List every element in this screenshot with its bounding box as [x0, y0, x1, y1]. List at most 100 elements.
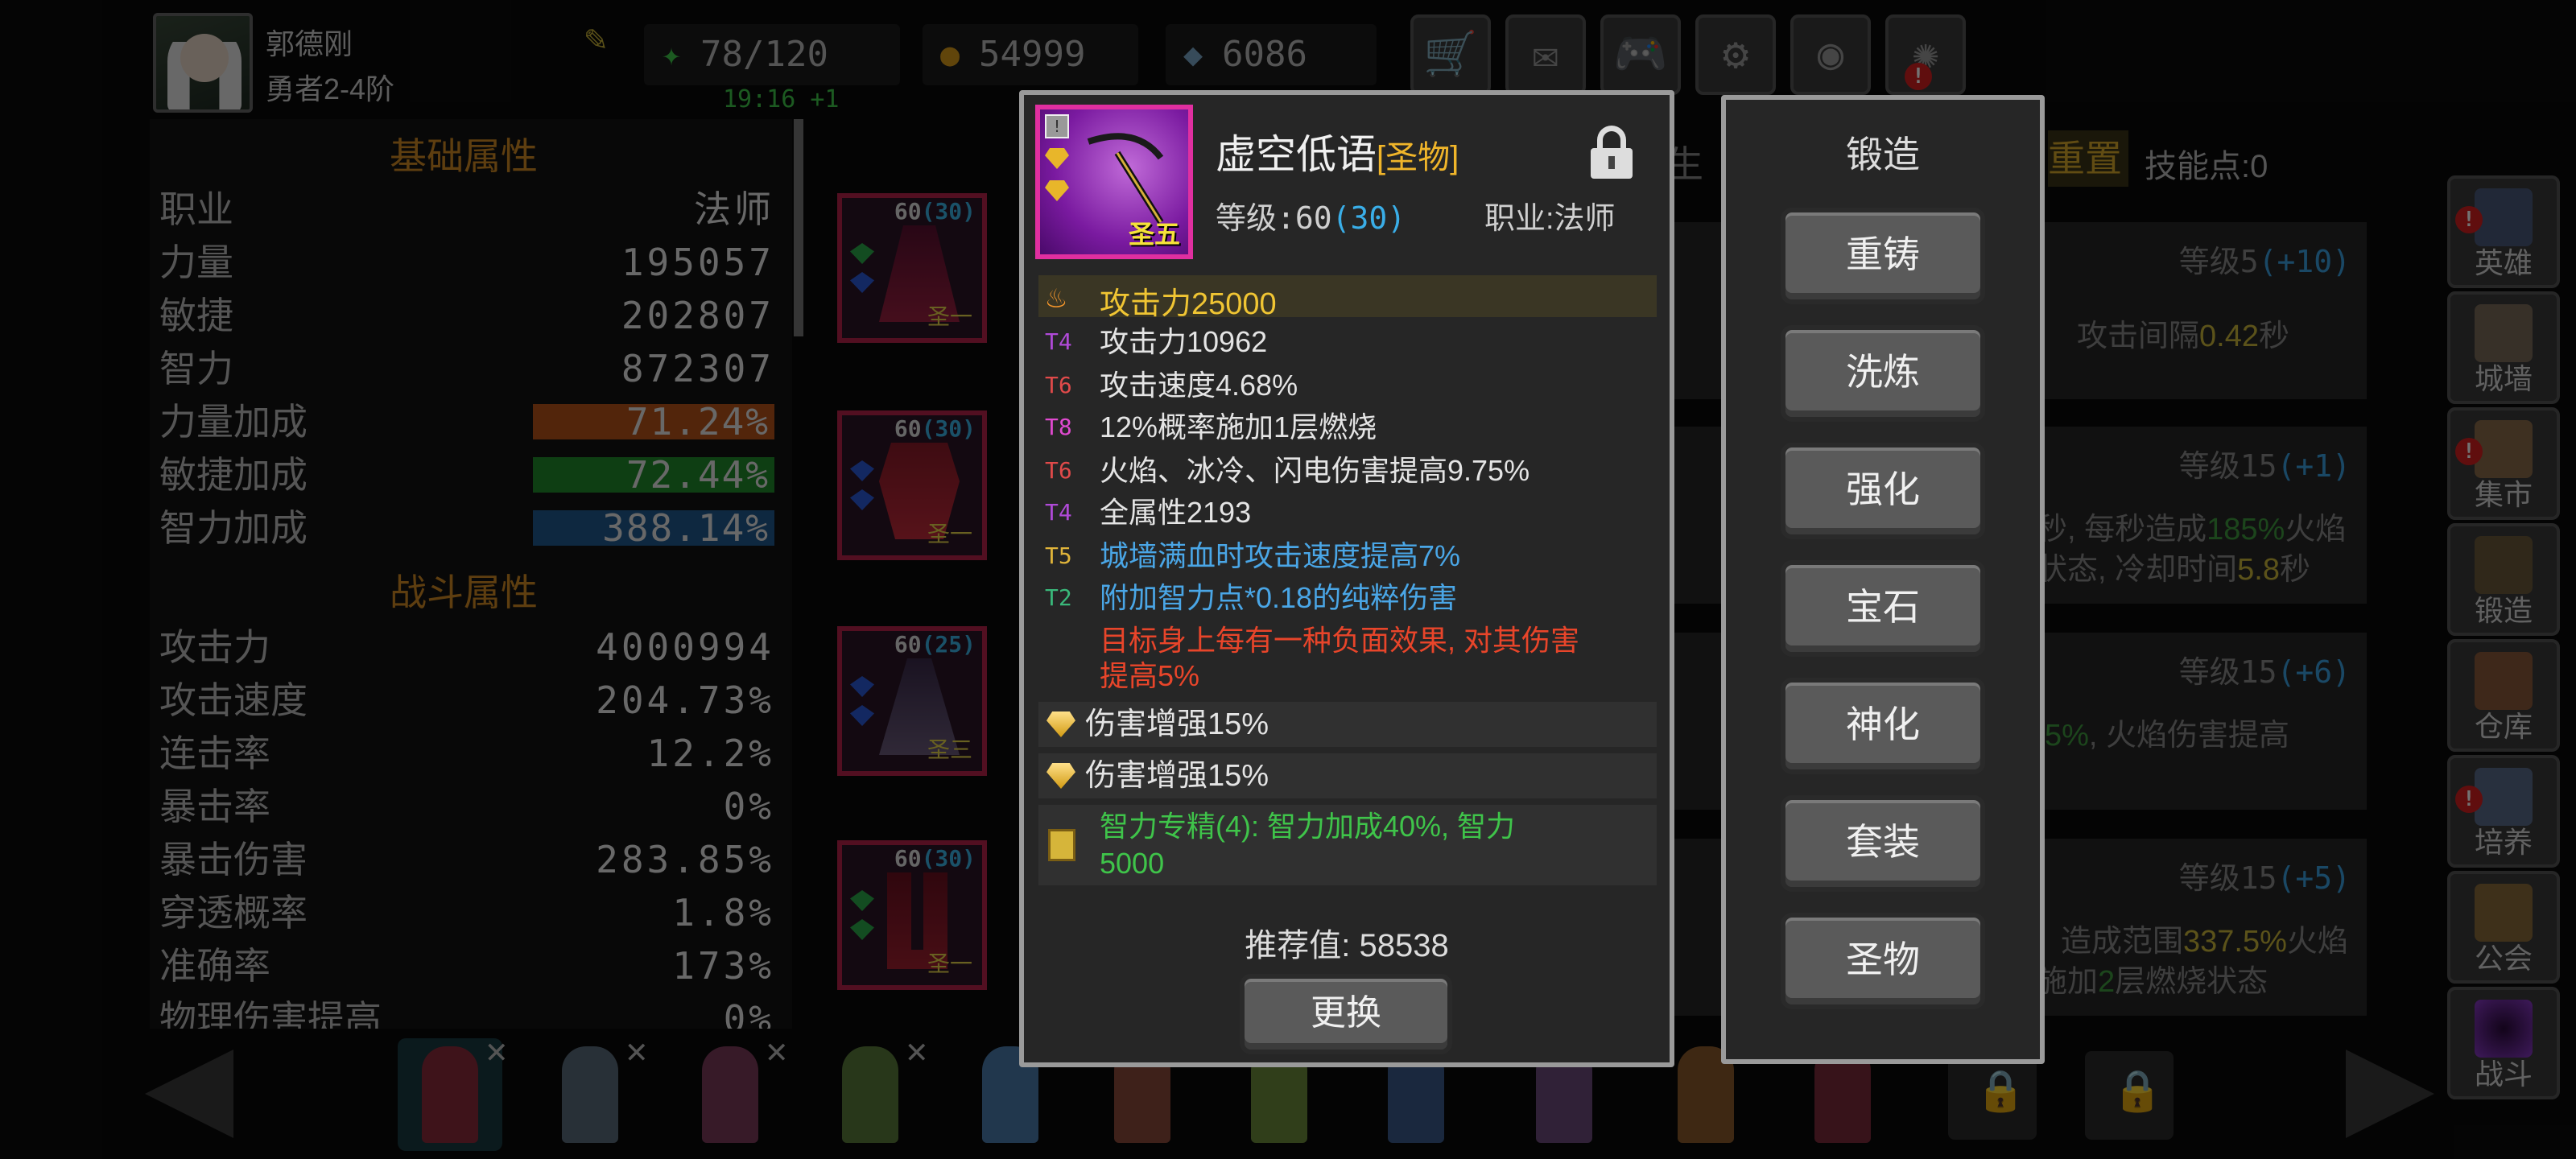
stamina-icon: ✦: [661, 36, 682, 73]
stat-value: 872307: [621, 347, 774, 390]
stat-row: 穿透概率 1.8%: [159, 887, 774, 938]
special-line: 目标身上每有一种负面效果, 对其伤害: [1100, 624, 1580, 657]
level-plus: (30): [1331, 200, 1406, 236]
stat-row: 力量 195057: [159, 237, 774, 288]
hero-slot[interactable]: ✕: [678, 1033, 787, 1151]
stat-value: 4000994: [596, 625, 774, 669]
shop-icon: 🛒: [1423, 28, 1478, 79]
skill-level: 等级15(+6): [2178, 654, 2351, 690]
sidebar-guild[interactable]: 公会: [2447, 871, 2560, 984]
stat-value: 1.8%: [672, 891, 774, 934]
mail-icon: ✉: [1532, 28, 1559, 79]
affix-text: 攻击速度4.68%: [1100, 369, 1298, 402]
reset-tab[interactable]: 重置: [2048, 130, 2128, 187]
guild-icon: [2475, 884, 2533, 942]
gem-button[interactable]: 宝石: [1781, 560, 1985, 657]
gamepad-button[interactable]: 🎮: [1600, 14, 1681, 95]
gem-slot[interactable]: 伤害增强15%: [1038, 702, 1657, 747]
hero-slot-selected[interactable]: ✕: [398, 1033, 507, 1151]
remove-icon[interactable]: ✕: [906, 1033, 928, 1069]
anvil-icon: [2475, 536, 2533, 594]
sidebar-train[interactable]: ! 培养: [2447, 755, 2560, 868]
sidebar-label: 仓库: [2474, 710, 2533, 743]
equip-level: 60(30): [894, 198, 976, 225]
locked-slot[interactable]: 🔒: [1948, 1051, 2037, 1140]
diamond-icon: ◆: [1183, 36, 1203, 73]
lock-toggle[interactable]: [1591, 126, 1633, 179]
set-line: 智力专精(4): 智力加成40%, 智力: [1100, 810, 1516, 843]
gold-value: 54999: [979, 34, 1086, 75]
reroll-button[interactable]: 洗炼: [1781, 325, 1985, 422]
skill-desc: 状态, 冷却时间5.8秒: [2037, 553, 2310, 587]
replace-button[interactable]: 更换: [1240, 974, 1452, 1054]
hero-slot[interactable]: ✕: [818, 1033, 927, 1151]
equip-slot[interactable]: 60(25) 圣三: [837, 626, 987, 776]
skill-desc: 5%, 火焰伤害提高: [2045, 719, 2290, 753]
edit-name-icon[interactable]: ✎: [584, 18, 625, 58]
sidebar-label: 集市: [2474, 478, 2533, 511]
deify-button[interactable]: 神化: [1781, 678, 1985, 774]
settings-button[interactable]: ⚙: [1695, 14, 1776, 95]
player-avatar[interactable]: [153, 13, 253, 113]
sidebar-label: 公会: [2474, 942, 2533, 975]
locked-slot[interactable]: 🔒: [2085, 1051, 2174, 1140]
equip-tier: 圣三: [927, 737, 972, 762]
remove-icon[interactable]: ✕: [766, 1033, 788, 1069]
equip-slot[interactable]: 60(30) 圣一: [837, 193, 987, 343]
affix-row: T6 攻击速度4.68%: [1045, 364, 1657, 407]
face-art: [180, 34, 229, 82]
sidebar-battle[interactable]: 战斗: [2447, 987, 2560, 1099]
equip-slot[interactable]: 60(30) 圣一: [837, 410, 987, 560]
camera-button[interactable]: ◉: [1790, 14, 1871, 95]
gem-icon: [850, 272, 874, 293]
affix-row: T4 攻击力10962: [1045, 320, 1657, 364]
affix-row: T2 附加智力点*0.18的纯粹伤害: [1045, 576, 1657, 620]
stat-value: 12.2%: [646, 732, 774, 775]
hero-figure: [562, 1046, 618, 1143]
gem-slot[interactable]: 伤害增强15%: [1038, 753, 1657, 798]
gem-icon: [850, 919, 874, 940]
affix-text: 全属性2193: [1100, 496, 1252, 529]
recast-button[interactable]: 重铸: [1781, 208, 1985, 304]
sidebar-warehouse[interactable]: 仓库: [2447, 639, 2560, 752]
relic-button[interactable]: 圣物: [1781, 913, 1985, 1009]
sidebar-label: 战斗: [2474, 1058, 2533, 1091]
stat-scrollbar[interactable]: [794, 119, 803, 336]
equip-slot[interactable]: 60(30) 圣一: [837, 840, 987, 990]
stat-value: 法师: [694, 188, 774, 231]
stat-row: 敏捷加成 72.44%: [159, 449, 774, 501]
stat-value: 195057: [621, 241, 774, 284]
gem-effect: 伤害增强15%: [1085, 707, 1269, 741]
enhance-button[interactable]: 强化: [1781, 443, 1985, 539]
fire-icon: ♨: [1046, 278, 1067, 316]
mail-button[interactable]: ✉: [1505, 14, 1586, 95]
portal-icon: [2475, 1000, 2533, 1058]
skill-level: 等级15(+1): [2178, 448, 2351, 484]
affix-tier: T4: [1045, 499, 1072, 526]
sidebar-market[interactable]: ! 集市: [2447, 407, 2560, 520]
set-button[interactable]: 套装: [1781, 795, 1985, 892]
yellow-gem-icon: [1046, 711, 1075, 737]
gem-icon: [850, 705, 874, 726]
equip-tier: 圣一: [927, 522, 972, 547]
hero-slot[interactable]: ✕: [538, 1033, 647, 1151]
sidebar-forge[interactable]: 锻造: [2447, 523, 2560, 636]
shop-button[interactable]: 🛒: [1410, 14, 1491, 95]
prev-page-arrow[interactable]: [145, 1050, 233, 1138]
next-page-arrow[interactable]: [2346, 1050, 2434, 1138]
event-button[interactable]: ✺!: [1885, 14, 1966, 95]
stat-label: 准确率: [159, 945, 270, 987]
remove-icon[interactable]: ✕: [626, 1033, 648, 1069]
gem-icon: [850, 890, 874, 911]
gold-coin-icon: ●: [939, 36, 960, 73]
affix-tier: T2: [1045, 584, 1072, 611]
sidebar-wall[interactable]: 城墙: [2447, 291, 2560, 404]
affix-tier: T4: [1045, 328, 1072, 355]
gamepad-icon: 🎮: [1613, 28, 1668, 79]
sidebar-hero[interactable]: ! 英雄: [2447, 175, 2560, 288]
remove-icon[interactable]: ✕: [486, 1033, 508, 1069]
skill-level: 等级15(+5): [2178, 860, 2351, 896]
equip-level: 60(30): [894, 845, 976, 872]
stat-row: 智力加成 388.14%: [159, 502, 774, 554]
stat-value: 202807: [621, 294, 774, 337]
